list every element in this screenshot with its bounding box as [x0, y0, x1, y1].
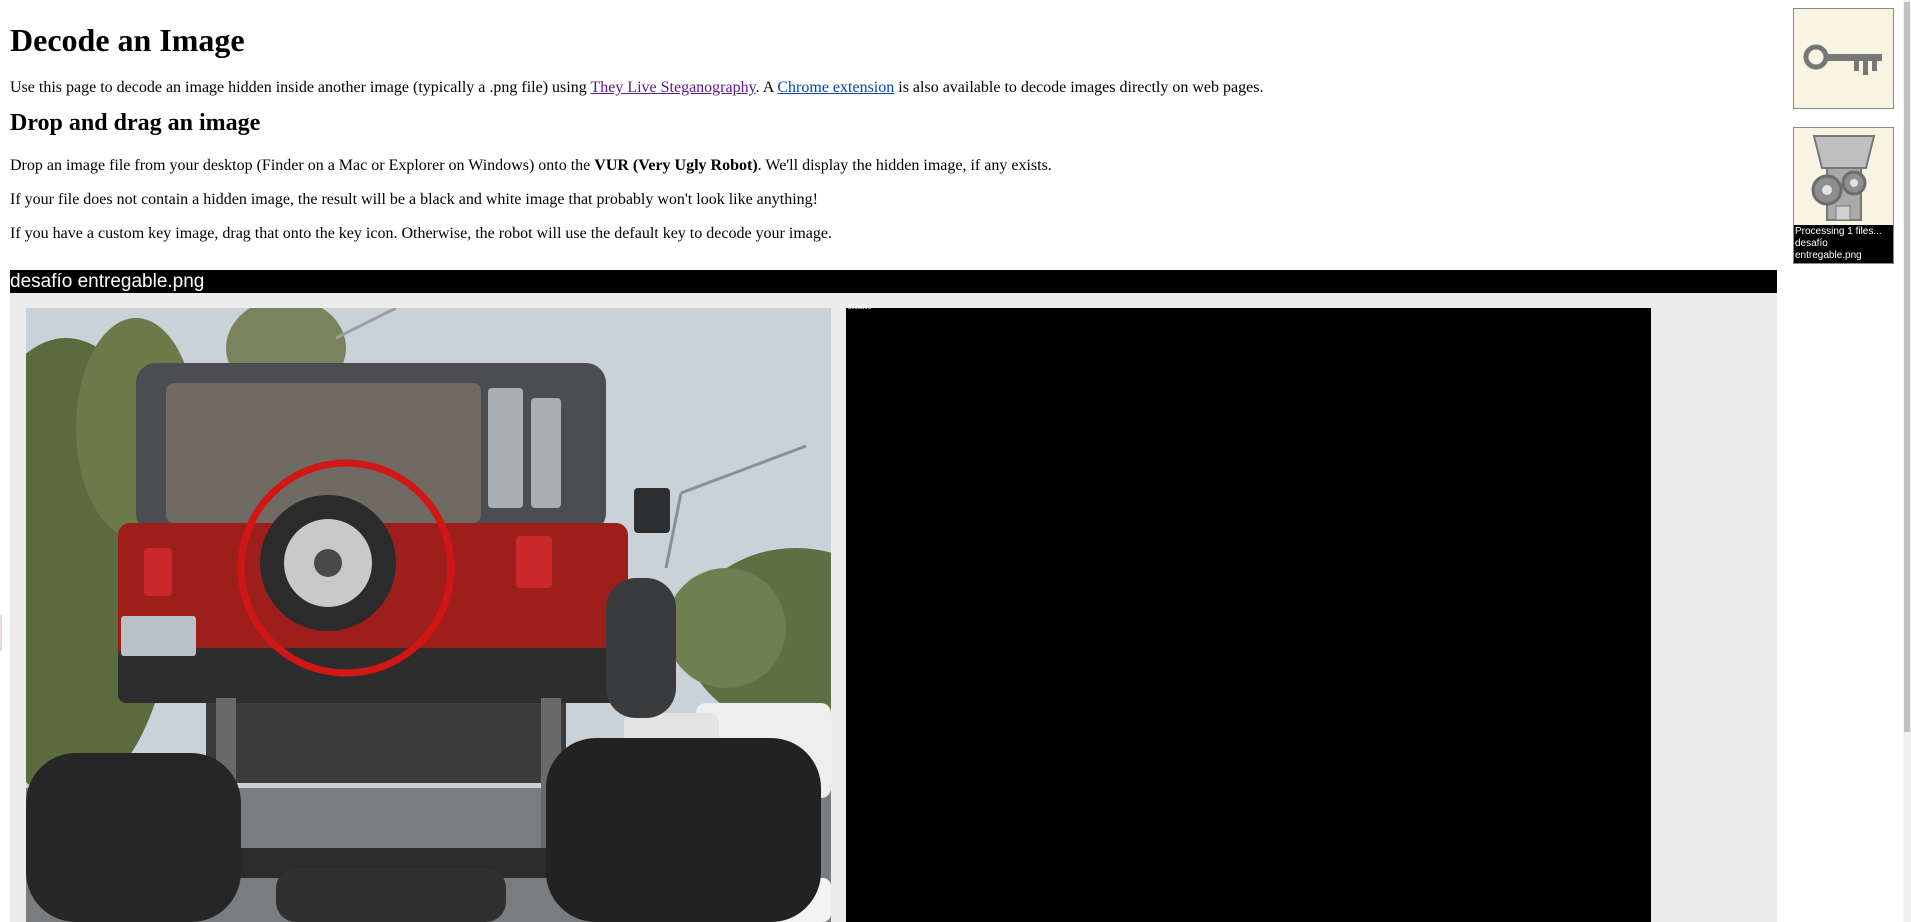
main-content: Decode an Image Use this page to decode … — [10, 0, 1776, 244]
decoded-image: decoded — [846, 305, 1651, 922]
instructions-text-end: . We'll display the hidden image, if any… — [757, 157, 1052, 174]
intro-paragraph: Use this page to decode an image hidden … — [10, 78, 1776, 98]
left-edge-marker — [0, 615, 2, 651]
custom-key-paragraph: If you have a custom key image, drag tha… — [10, 225, 832, 242]
key-icon — [1803, 44, 1882, 75]
processing-status-line: Processing 1 files... — [1795, 226, 1882, 237]
they-live-steganography-link[interactable]: They Live Steganography — [590, 79, 755, 96]
processing-status: Processing 1 files... desafío entregable… — [1794, 225, 1893, 263]
source-image — [26, 308, 831, 922]
instructions-text-start: Drop an image file from your desktop (Fi… — [10, 157, 595, 174]
intro-text-end: is also available to decode images direc… — [894, 79, 1264, 96]
key-drop-target[interactable] — [1793, 8, 1894, 109]
instructions-paragraph: Drop an image file from your desktop (Fi… — [10, 156, 1776, 176]
file-result-panel: decoded — [10, 293, 1777, 922]
robot-grinder-icon — [1811, 135, 1876, 221]
section-heading: Drop and drag an image — [10, 110, 261, 136]
jeep-photo — [26, 308, 831, 922]
chrome-extension-link[interactable]: Chrome extension — [777, 79, 894, 96]
decoded-image-caption: decoded — [848, 305, 872, 311]
intro-text-middle: . A — [755, 79, 778, 96]
page-scrollbar[interactable] — [1903, 0, 1911, 922]
page-title: Decode an Image — [10, 22, 245, 58]
no-hidden-image-paragraph: If your file does not contain a hidden i… — [10, 191, 818, 208]
intro-text-start: Use this page to decode an image hidden … — [10, 79, 591, 96]
robot-drop-target[interactable]: Processing 1 files... desafío entregable… — [1793, 127, 1894, 264]
vur-bold-text: VUR (Very Ugly Robot) — [594, 157, 758, 174]
processing-file-name: desafío entregable.png — [1795, 238, 1862, 261]
file-name-bar: desafío entregable.png — [10, 270, 1777, 293]
scrollbar-thumb[interactable] — [1904, 2, 1910, 732]
